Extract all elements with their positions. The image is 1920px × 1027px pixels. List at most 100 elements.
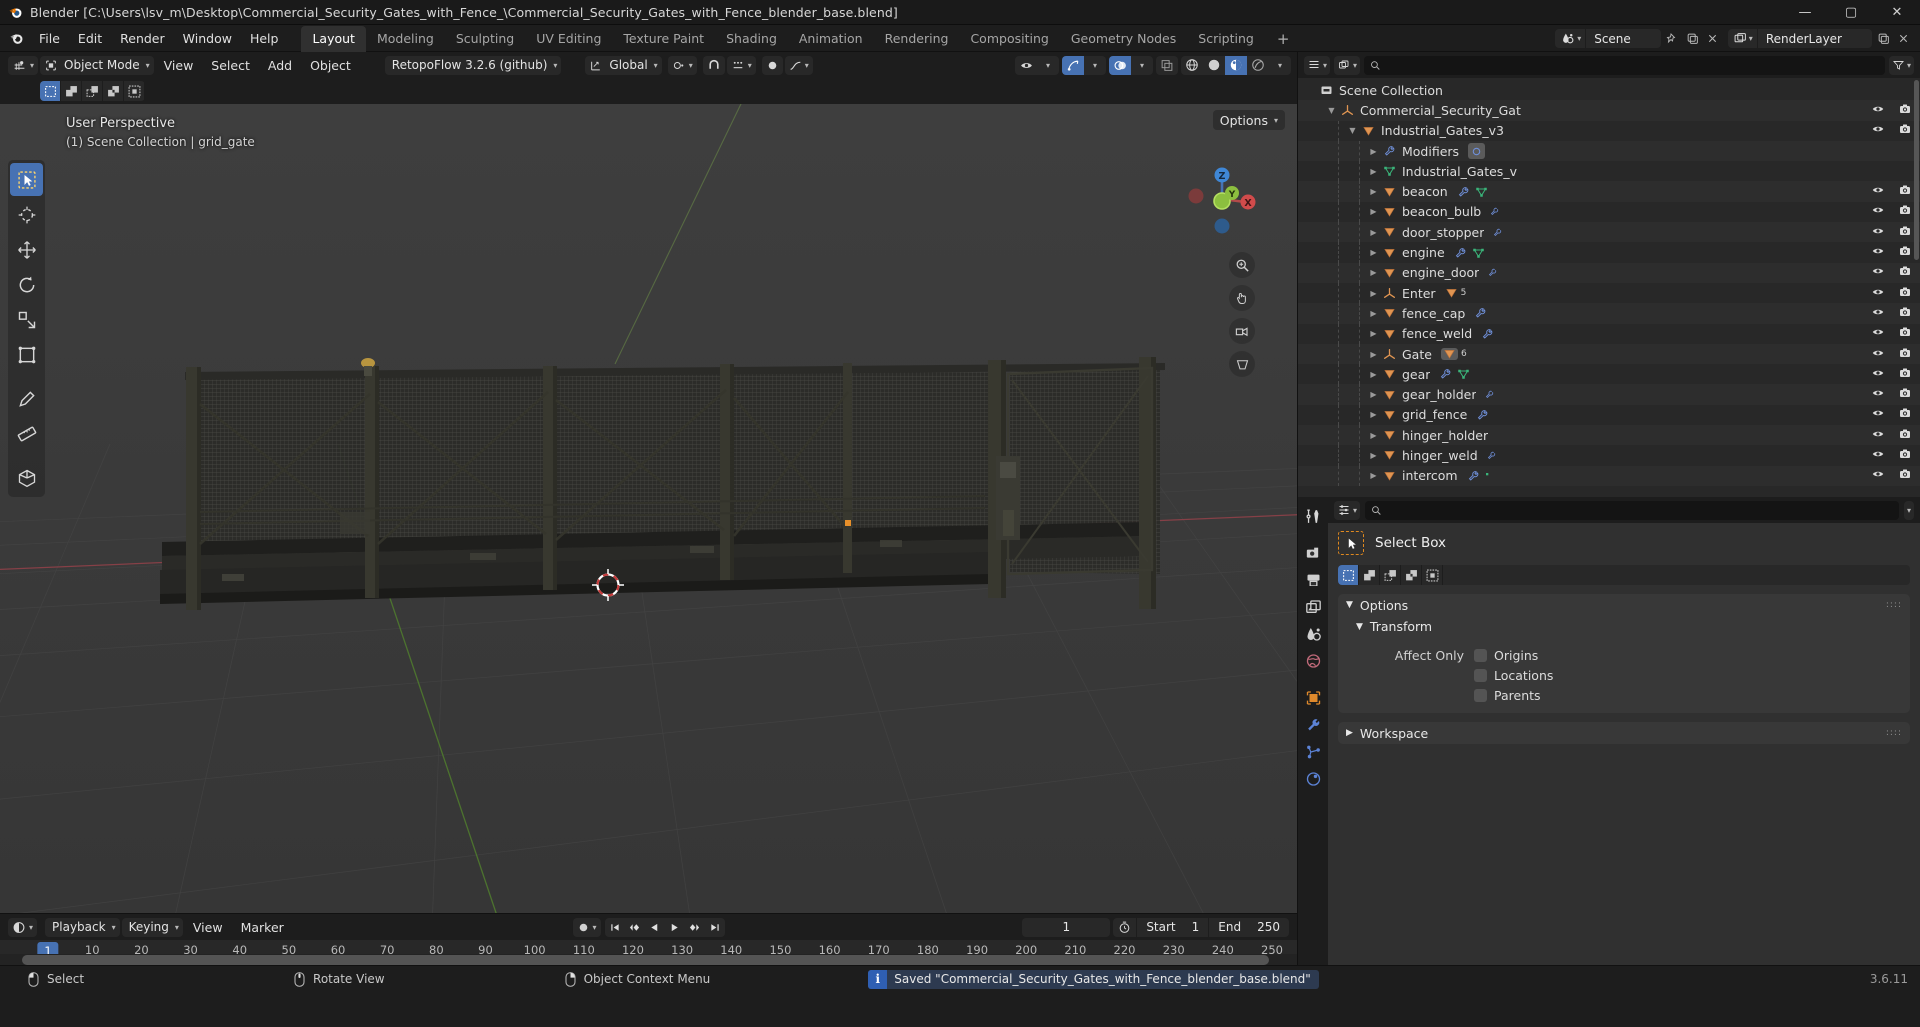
disclosure-right-icon[interactable]: ▶	[1367, 228, 1380, 237]
toggle-ortho-perspective-button[interactable]	[1229, 351, 1255, 377]
tool-transform[interactable]	[10, 338, 43, 371]
falloff-selector[interactable]: ▾	[784, 55, 813, 75]
tab-animation[interactable]: Animation	[788, 26, 874, 52]
outliner-row[interactable]: ▶ fence_weld	[1298, 323, 1920, 344]
camera-icon[interactable]	[1898, 245, 1912, 260]
visibility-toggles[interactable]: ▾	[1015, 55, 1059, 75]
tab-modifiers[interactable]	[1300, 712, 1326, 738]
eye-icon[interactable]	[1871, 225, 1885, 240]
interaction-mode-selector[interactable]: Object Mode ▾	[40, 55, 154, 75]
pin-scene-icon[interactable]	[1664, 29, 1681, 48]
camera-icon[interactable]	[1898, 347, 1912, 362]
auto-keying-toggle[interactable]: ▾	[572, 917, 601, 937]
viewlayer-browse-icon[interactable]: ▾	[1728, 29, 1758, 48]
minimize-button[interactable]: —	[1782, 0, 1828, 25]
tool-measure[interactable]	[10, 417, 43, 450]
snap-options[interactable]: ▾	[726, 55, 756, 75]
outliner-row[interactable]: ▶ intercom	[1298, 465, 1920, 486]
eye-icon[interactable]	[1871, 245, 1885, 260]
select-mode-subtract-icon[interactable]	[1380, 565, 1401, 585]
outliner-row[interactable]: ▼ Commercial_Security_Gat	[1298, 100, 1920, 121]
outliner-row[interactable]: ▶ Industrial_Gates_v	[1298, 161, 1920, 182]
camera-icon[interactable]	[1898, 428, 1912, 443]
wrench-badge[interactable]	[1454, 247, 1467, 259]
frame-range-group[interactable]: Start 1 End 250	[1113, 917, 1289, 937]
wrench-sm-badge[interactable]	[1487, 450, 1496, 461]
eye-icon[interactable]	[1871, 286, 1885, 301]
tab-tool[interactable]	[1300, 503, 1326, 529]
timeline-scroll-thumb[interactable]	[22, 955, 1269, 965]
tab-scripting[interactable]: Scripting	[1187, 26, 1265, 52]
camera-icon[interactable]	[1898, 326, 1912, 341]
disclosure-right-icon[interactable]: ▶	[1367, 451, 1380, 460]
visibility-dropdown-icon[interactable]: ▾	[1037, 56, 1059, 75]
outliner-display-mode[interactable]: ▾	[1334, 55, 1361, 75]
tab-sculpting[interactable]: Sculpting	[445, 26, 525, 52]
disclosure-right-icon[interactable]: ▶	[1367, 289, 1380, 298]
outliner-tree[interactable]: Scene Collection ▼ Commercial_Security_Gat…	[1298, 78, 1920, 497]
status-report[interactable]: i Saved "Commercial_Security_Gates_with_…	[868, 969, 1319, 989]
disclosure-right-icon[interactable]: ▶	[1367, 431, 1380, 440]
wrench-sm-badge[interactable]	[1488, 267, 1497, 278]
eye-icon[interactable]	[1871, 448, 1885, 463]
object-visibility-icon[interactable]	[1015, 56, 1037, 75]
select-mode-group-header[interactable]	[40, 81, 145, 101]
outliner-row[interactable]: ▶ beacon	[1298, 181, 1920, 202]
wrench-badge[interactable]	[1457, 186, 1470, 198]
close-button[interactable]: ✕	[1874, 0, 1920, 25]
outliner-row[interactable]: ▶ hinger_weld	[1298, 445, 1920, 466]
retopoflow-selector[interactable]: RetopoFlow 3.2.6 (github) ▾	[384, 55, 562, 75]
outliner-row[interactable]: ▶ engine	[1298, 242, 1920, 263]
properties-search-box[interactable]	[1365, 500, 1899, 520]
disclosure-right-icon[interactable]: ▶	[1367, 167, 1380, 176]
properties-options-button[interactable]: ▾	[1903, 500, 1914, 520]
outliner-editor-type[interactable]: ▾	[1304, 55, 1331, 75]
timeline-playback-menu[interactable]: Playback ▾	[45, 917, 120, 937]
transform-subpanel-header[interactable]: ▼ Transform	[1356, 616, 1902, 637]
select-set-icon[interactable]	[40, 81, 61, 101]
eye-icon[interactable]	[1871, 387, 1885, 402]
eye-icon[interactable]	[1871, 428, 1885, 443]
wrench-badge[interactable]	[1474, 307, 1487, 319]
new-scene-icon[interactable]	[1684, 29, 1701, 48]
eye-icon[interactable]	[1871, 103, 1885, 118]
tab-view-layer[interactable]	[1300, 594, 1326, 620]
scene-selector[interactable]: ▾ Scene	[1555, 29, 1661, 48]
overlay-dropdown-icon[interactable]: ▾	[1131, 56, 1153, 75]
eye-icon[interactable]	[1871, 347, 1885, 362]
jump-to-end-button[interactable]	[705, 918, 725, 937]
select-invert-icon[interactable]	[103, 81, 124, 101]
shading-modes[interactable]: ▾	[1181, 55, 1291, 75]
tool-add-cube[interactable]	[10, 461, 43, 494]
tab-scene[interactable]	[1300, 621, 1326, 647]
disclosure-right-icon[interactable]: ▶	[1367, 329, 1380, 338]
disclosure-right-icon[interactable]: ▶	[1367, 390, 1380, 399]
outliner-row[interactable]: ▶ gear	[1298, 364, 1920, 385]
tab-modeling[interactable]: Modeling	[366, 26, 445, 52]
camera-icon[interactable]	[1898, 448, 1912, 463]
tool-scale[interactable]	[10, 303, 43, 336]
end-frame-field[interactable]: End 250	[1209, 918, 1289, 937]
disclosure-right-icon[interactable]: ▶	[1367, 147, 1380, 156]
camera-icon[interactable]	[1898, 103, 1912, 118]
origins-checkbox[interactable]	[1474, 648, 1487, 662]
outliner-row[interactable]: ▶ engine_door	[1298, 262, 1920, 283]
remove-scene-icon[interactable]	[1704, 29, 1721, 48]
disclosure-right-icon[interactable]: ▶	[1367, 350, 1380, 359]
tab-output[interactable]	[1300, 567, 1326, 593]
outliner-row[interactable]: ▶ door_stopper	[1298, 222, 1920, 243]
eye-icon[interactable]	[1871, 367, 1885, 382]
3d-viewport[interactable]: User Perspective (1) Scene Collection | …	[0, 104, 1297, 913]
outliner-row[interactable]: ▶ grid_fence	[1298, 404, 1920, 426]
remove-viewlayer-icon[interactable]	[1895, 29, 1912, 48]
disclosure-right-icon[interactable]: ▶	[1367, 187, 1380, 196]
viewlayer-name-field[interactable]: RenderLayer	[1758, 32, 1872, 46]
next-keyframe-button[interactable]	[685, 918, 705, 937]
disclosure-right-icon[interactable]: ▶	[1367, 268, 1380, 277]
start-frame-field[interactable]: Start 1	[1137, 917, 1210, 937]
tool-rotate[interactable]	[10, 268, 43, 301]
eye-icon[interactable]	[1871, 123, 1885, 138]
disclosure-right-icon[interactable]: ▶	[1367, 248, 1380, 257]
navigation-gizmo[interactable]: Z X Y	[1183, 160, 1261, 238]
outliner-row[interactable]: ▶ hinger_holder	[1298, 425, 1920, 446]
